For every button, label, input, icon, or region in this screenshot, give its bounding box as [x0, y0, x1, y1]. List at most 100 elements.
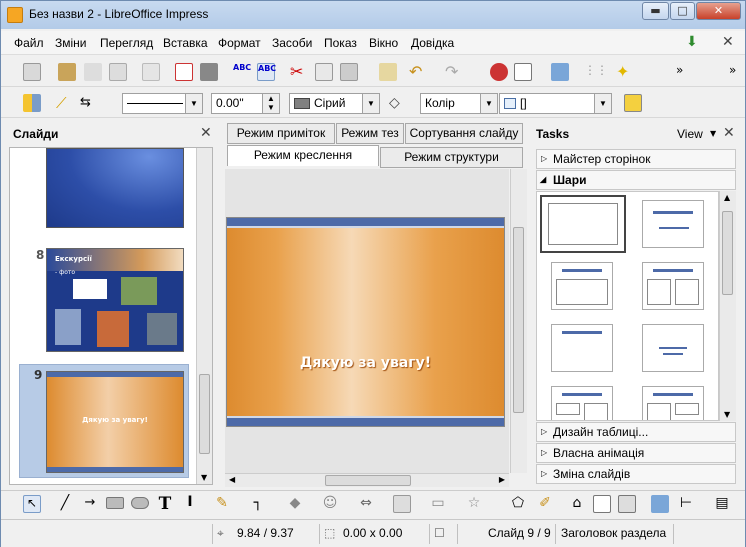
table-icon[interactable]	[514, 63, 532, 81]
line-width-field[interactable]: 0.00" ▲ ▼	[211, 93, 280, 114]
tab-normal-view[interactable]: Режим креслення	[227, 145, 379, 166]
section-table-design[interactable]: ▷ Дизайн таблиці...	[536, 422, 736, 442]
slide-text[interactable]: Дякую за увагу!	[227, 355, 504, 371]
connector-tool-icon[interactable]: ┐	[249, 495, 267, 513]
curve-tool-icon[interactable]: ✎	[213, 495, 231, 513]
toolbar-overflow-icon[interactable]: »	[676, 63, 683, 77]
fontwork-icon[interactable]: ⌂	[568, 495, 586, 513]
layout-two-content[interactable]	[642, 262, 704, 310]
menu-edit[interactable]: Зміни	[55, 36, 87, 50]
section-custom-animation[interactable]: ▷ Власна анімація	[536, 443, 736, 463]
layout-title-content[interactable]	[551, 262, 613, 310]
undo-icon[interactable]: ↶	[409, 63, 427, 81]
arrow-style-icon[interactable]: ⇆	[80, 94, 98, 112]
area-fill-select[interactable]: [] ▼	[499, 93, 612, 114]
layout-title-subtitle[interactable]	[642, 200, 704, 248]
export-pdf-icon[interactable]	[175, 63, 193, 81]
layout-centered-text[interactable]	[642, 324, 704, 372]
close-document-icon[interactable]: ✕	[722, 34, 734, 50]
open-folder-icon[interactable]	[58, 63, 76, 81]
scroll-left-icon[interactable]: ◀	[229, 475, 235, 484]
from-file-icon[interactable]	[593, 495, 611, 513]
menu-view[interactable]: Перегляд	[100, 36, 153, 50]
points-icon[interactable]: ⬠	[509, 495, 527, 513]
gallery-icon[interactable]	[618, 495, 636, 513]
area-icon[interactable]: ◇	[389, 94, 407, 112]
layout-title-content-2content[interactable]	[642, 386, 704, 420]
basic-shapes-icon[interactable]: ◆	[286, 495, 304, 513]
paste-icon[interactable]	[340, 63, 358, 81]
email-icon[interactable]	[109, 63, 127, 81]
clone-formatting-icon[interactable]	[379, 63, 397, 81]
view-dropdown-icon[interactable]: ▼	[710, 129, 716, 138]
minimize-button[interactable]: ▬	[642, 2, 669, 20]
save-icon[interactable]	[84, 63, 102, 81]
tasks-view-menu[interactable]: View	[677, 127, 703, 141]
effects-icon[interactable]: ✦	[616, 63, 634, 81]
menu-file[interactable]: Файл	[14, 36, 44, 50]
spellcheck-icon[interactable]: ABC	[233, 63, 251, 81]
grid-icon[interactable]: ⋮⋮	[584, 63, 608, 81]
vertical-text-icon[interactable]: I	[181, 494, 199, 512]
layouts-scrollbar[interactable]: ▲ ▼	[719, 191, 736, 421]
layouts-scroll-thumb[interactable]	[722, 211, 733, 295]
line-style-select[interactable]: ▼	[122, 93, 203, 114]
ellipse-tool-icon[interactable]	[131, 497, 149, 509]
layout-title-2content-content[interactable]	[551, 386, 613, 420]
slides-scrollbar[interactable]: ▼	[196, 148, 212, 484]
menu-tools[interactable]: Засоби	[272, 36, 312, 50]
menu-slideshow[interactable]: Показ	[324, 36, 357, 50]
layout-blank[interactable]	[540, 195, 626, 253]
menu-window[interactable]: Вікно	[369, 36, 398, 50]
chevron-down-icon[interactable]: ▼	[480, 94, 497, 113]
tab-handout-view[interactable]: Режим тез	[336, 123, 404, 144]
maximize-button[interactable]: □	[670, 2, 695, 20]
scroll-right-icon[interactable]: ▶	[499, 475, 505, 484]
chart-icon[interactable]	[490, 63, 508, 81]
redo-icon[interactable]: ↷	[445, 63, 463, 81]
tab-notes-view[interactable]: Режим приміток	[227, 123, 335, 144]
update-download-icon[interactable]: ⬇	[686, 34, 698, 50]
canvas-hscroll-thumb[interactable]	[325, 475, 411, 486]
close-window-button[interactable]: ✕	[696, 2, 741, 20]
text-tool-icon[interactable]: T	[156, 494, 174, 514]
autospellcheck-icon[interactable]: ABC	[257, 63, 276, 81]
slides-scroll-thumb[interactable]	[199, 374, 210, 454]
current-slide[interactable]: Дякую за увагу!	[226, 217, 505, 427]
image-icon[interactable]	[551, 63, 569, 81]
line-tool-icon[interactable]: ╱	[56, 495, 74, 513]
canvas-vscroll-thumb[interactable]	[513, 227, 524, 413]
block-arrows-icon[interactable]: ⇔	[357, 495, 375, 513]
tab-outline-view[interactable]: Режим структури	[380, 147, 523, 168]
copy-icon[interactable]	[315, 63, 333, 81]
menu-format[interactable]: Формат	[218, 36, 261, 50]
document-modified-icon[interactable]: ☐	[434, 526, 445, 540]
symbol-shapes-icon[interactable]: ☺	[321, 495, 339, 513]
close-tasks-panel-icon[interactable]: ✕	[723, 125, 735, 141]
layout-title-only[interactable]	[551, 324, 613, 372]
stars-icon[interactable]: ☆	[465, 495, 483, 513]
rectangle-tool-icon[interactable]	[106, 497, 124, 509]
area-style-select[interactable]: Колір ▼	[420, 93, 498, 114]
slide-thumbnail-9[interactable]: Дякую за увагу!	[46, 371, 184, 473]
section-master-pages[interactable]: ▷ Майстер сторінок	[536, 149, 736, 169]
slide-thumbnail-8[interactable]: Екскурсії - фото	[46, 248, 184, 352]
menu-insert[interactable]: Вставка	[163, 36, 208, 50]
tab-slide-sorter[interactable]: Сортування слайду	[405, 123, 523, 144]
flowchart-icon[interactable]	[393, 495, 411, 513]
line-color-select[interactable]: Сірий ▼	[289, 93, 380, 114]
arrange-icon[interactable]: ▤	[713, 495, 731, 513]
new-document-icon[interactable]	[23, 63, 41, 81]
chevron-down-icon[interactable]: ▼	[362, 94, 379, 113]
scroll-down-icon[interactable]: ▼	[724, 410, 730, 419]
scroll-down-icon[interactable]: ▼	[201, 473, 207, 482]
spin-icon[interactable]: ▲ ▼	[262, 94, 279, 113]
edit-file-icon[interactable]	[142, 63, 160, 81]
align-icon[interactable]: ⊢	[677, 495, 695, 513]
shadow-icon[interactable]	[624, 94, 642, 112]
canvas-vertical-scrollbar[interactable]	[510, 169, 527, 473]
toolbar-overflow-icon-2[interactable]: »	[729, 63, 736, 77]
scroll-up-icon[interactable]: ▲	[724, 193, 730, 202]
line-icon[interactable]: ⟋	[56, 94, 74, 112]
chevron-down-icon[interactable]: ▼	[594, 94, 611, 113]
